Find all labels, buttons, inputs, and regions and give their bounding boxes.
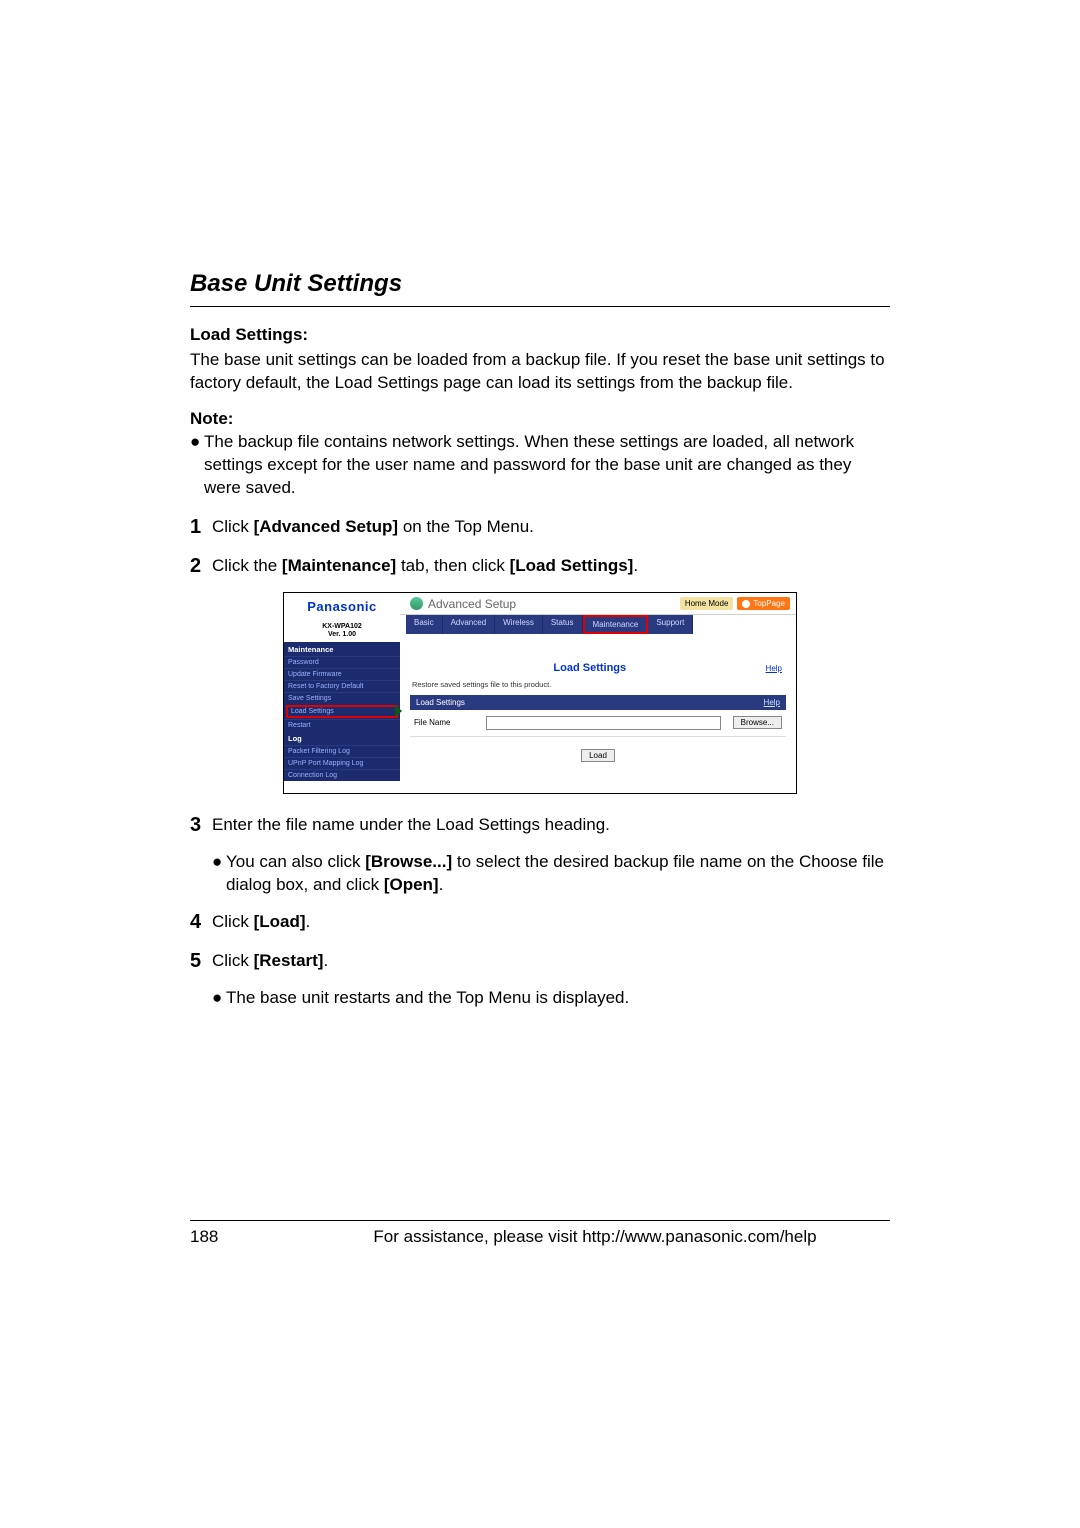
browse-button[interactable]: Browse...: [733, 716, 782, 729]
step-2-mid: tab, then click: [396, 556, 509, 575]
tab-maintenance[interactable]: Maintenance: [583, 615, 649, 634]
nav-item-restart[interactable]: Restart: [284, 719, 400, 731]
step-2-text: Click the [Maintenance] tab, then click …: [212, 553, 890, 580]
s4-post: .: [306, 912, 311, 931]
nav-item-reset-factory[interactable]: Reset to Factory Default: [284, 680, 400, 692]
step-2-b2: [Load Settings]: [510, 556, 634, 575]
file-name-input[interactable]: [486, 716, 721, 730]
sub-band: Load Settings Help: [410, 695, 786, 710]
step-number-3: 3: [190, 812, 212, 839]
step-4-text: Click [Load].: [212, 909, 890, 936]
advanced-setup-icon: [410, 597, 423, 610]
top-page-badge[interactable]: TopPage: [737, 597, 790, 610]
step-number-5: 5: [190, 948, 212, 975]
advanced-setup-text: Advanced Setup: [428, 597, 516, 611]
step-2-post: .: [633, 556, 638, 575]
step-5-text: Click [Restart].: [212, 948, 890, 975]
page-number: 188: [190, 1227, 300, 1247]
page-footer: 188 For assistance, please visit http://…: [190, 1220, 890, 1247]
nav-item-password[interactable]: Password: [284, 656, 400, 668]
screenshot-main: Advanced Setup Home Mode TopPage Basic A…: [400, 593, 796, 793]
manual-page: Base Unit Settings Load Settings: The ba…: [0, 0, 1080, 1347]
bullet-dot: ●: [212, 851, 226, 897]
help-link-top[interactable]: Help: [766, 664, 782, 673]
s4-b: [Load]: [254, 912, 306, 931]
note-bullet: ● The backup file contains network setti…: [190, 431, 890, 500]
load-button[interactable]: Load: [581, 749, 615, 762]
help-link-band[interactable]: Help: [764, 698, 780, 707]
load-settings-text: The base unit settings can be loaded fro…: [190, 349, 890, 395]
step-1-post: on the Top Menu.: [398, 517, 534, 536]
bullet-dot: ●: [212, 987, 226, 1010]
brand-logo: Panasonic: [307, 599, 377, 614]
s3-sub-post: .: [439, 875, 444, 894]
load-settings-panel: Load Settings Help Restore saved setting…: [400, 640, 796, 793]
screenshot-header: Advanced Setup Home Mode TopPage: [400, 593, 796, 615]
step-2: 2 Click the [Maintenance] tab, then clic…: [190, 553, 890, 580]
page-title: Base Unit Settings: [190, 270, 890, 298]
panel-description: Restore saved settings file to this prod…: [412, 680, 786, 689]
nav-item-upnp-log[interactable]: UPnP Port Mapping Log: [284, 757, 400, 769]
file-name-row: File Name Browse...: [410, 710, 786, 737]
step-2-pre: Click the: [212, 556, 282, 575]
s3-sub-b2: [Open]: [384, 875, 439, 894]
step-1-bold: [Advanced Setup]: [254, 517, 399, 536]
note-label: Note:: [190, 409, 890, 429]
tab-basic[interactable]: Basic: [406, 615, 443, 634]
step-1: 1 Click [Advanced Setup] on the Top Menu…: [190, 514, 890, 541]
nav-maintenance-group: Maintenance Password Update Firmware Res…: [284, 642, 400, 781]
file-name-label: File Name: [414, 718, 474, 727]
highlight-arrow-icon: [395, 705, 402, 717]
s5-b: [Restart]: [254, 951, 324, 970]
nav-header-log: Log: [284, 731, 400, 745]
step-1-pre: Click: [212, 517, 254, 536]
nav-item-save-settings[interactable]: Save Settings: [284, 692, 400, 704]
nav-item-load-settings[interactable]: Load Settings: [286, 705, 398, 718]
load-settings-heading: Load Settings:: [190, 325, 890, 345]
tab-status[interactable]: Status: [543, 615, 583, 634]
s4-pre: Click: [212, 912, 254, 931]
tab-wireless[interactable]: Wireless: [495, 615, 543, 634]
sub-band-label: Load Settings: [416, 698, 465, 707]
top-page-icon: [742, 600, 750, 608]
step-5: 5 Click [Restart].: [190, 948, 890, 975]
screenshot-sidebar: Panasonic KX-WPA102 Ver. 1.00 Maintenanc…: [284, 593, 400, 793]
step-number-4: 4: [190, 909, 212, 936]
step-3-sub: ● You can also click [Browse...] to sele…: [212, 851, 890, 897]
step-3-sub-text: You can also click [Browse...] to select…: [226, 851, 890, 897]
nav-header-maintenance: Maintenance: [284, 642, 400, 656]
home-mode-badge[interactable]: Home Mode: [680, 597, 734, 610]
step-5-sub-text: The base unit restarts and the Top Menu …: [226, 987, 890, 1010]
step-1-text: Click [Advanced Setup] on the Top Menu.: [212, 514, 890, 541]
step-number-2: 2: [190, 553, 212, 580]
nav-item-connection-log[interactable]: Connection Log: [284, 769, 400, 781]
nav-item-packet-log[interactable]: Packet Filtering Log: [284, 745, 400, 757]
bullet-dot: ●: [190, 431, 204, 500]
step-4: 4 Click [Load].: [190, 909, 890, 936]
settings-screenshot: Panasonic KX-WPA102 Ver. 1.00 Maintenanc…: [283, 592, 797, 794]
step-3: 3 Enter the file name under the Load Set…: [190, 812, 890, 839]
version-label: Ver. 1.00: [284, 631, 400, 642]
title-rule: [190, 306, 890, 307]
tab-support[interactable]: Support: [648, 615, 693, 634]
top-page-label: TopPage: [753, 599, 785, 608]
note-text: The backup file contains network setting…: [204, 431, 890, 500]
step-number-1: 1: [190, 514, 212, 541]
nav-item-load-settings-label: Load Settings: [291, 708, 334, 715]
step-5-sub: ● The base unit restarts and the Top Men…: [212, 987, 890, 1010]
tab-bar: Basic Advanced Wireless Status Maintenan…: [400, 615, 796, 640]
panel-title: Load Settings: [553, 662, 626, 674]
s5-pre: Click: [212, 951, 254, 970]
s3-sub-pre: You can also click: [226, 852, 365, 871]
s3-sub-b1: [Browse...]: [365, 852, 452, 871]
step-3-text: Enter the file name under the Load Setti…: [212, 812, 890, 839]
step-2-b1: [Maintenance]: [282, 556, 396, 575]
advanced-setup-label: Advanced Setup: [410, 597, 516, 611]
nav-item-update-firmware[interactable]: Update Firmware: [284, 668, 400, 680]
tab-advanced[interactable]: Advanced: [443, 615, 496, 634]
assistance-text: For assistance, please visit http://www.…: [300, 1227, 890, 1247]
s5-post: .: [323, 951, 328, 970]
model-label: KX-WPA102: [284, 621, 400, 631]
